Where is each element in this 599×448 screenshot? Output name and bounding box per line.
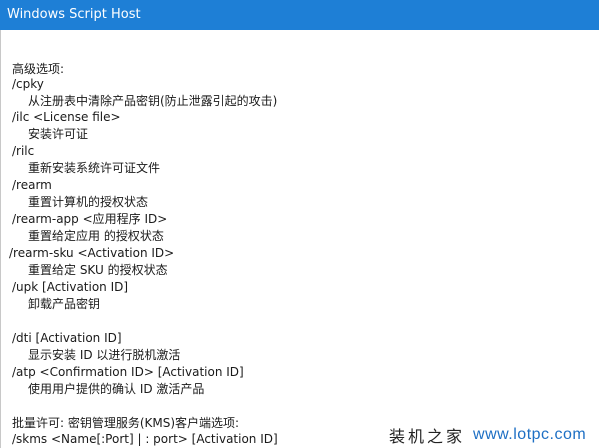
watermark: 装机之家 www.lotpc.com — [381, 422, 599, 448]
watermark-url: www.lotpc.com — [473, 426, 587, 443]
text-line: 安装许可证 — [28, 127, 89, 141]
text-line: 批量许可: 密钥管理服务(KMS)客户端选项: — [12, 416, 240, 430]
window-title: Windows Script Host — [7, 7, 141, 22]
text-line: /cpky — [12, 77, 44, 91]
text-line: /ilc <License file> — [12, 110, 121, 124]
watermark-brand: 装机之家 — [389, 427, 466, 446]
text-line: /dti [Activation ID] — [12, 331, 122, 345]
text-line: /skms <Name[:Port] | : port> [Activation… — [12, 432, 278, 446]
text-line: 重置给定应用 的授权状态 — [28, 229, 164, 243]
text-line: 卸载产品密钥 — [28, 297, 101, 311]
text-line: /upk [Activation ID] — [12, 280, 129, 294]
window-title-bar: Windows Script Host — [0, 0, 599, 30]
text-line: /atp <Confirmation ID> [Activation ID] — [12, 365, 244, 379]
text-line: 重新安装系统许可证文件 — [28, 161, 161, 175]
text-line: 显示安装 ID 以进行脱机激活 — [28, 348, 181, 362]
text-line: /rearm — [12, 178, 52, 192]
text-line: /rearm-sku <Activation ID> — [9, 246, 175, 260]
message-content: 高级选项: /cpky 从注册表中清除产品密钥(防止泄露引起的攻击) /ilc … — [0, 30, 599, 448]
text-line: 从注册表中清除产品密钥(防止泄露引起的攻击) — [28, 94, 278, 108]
text-line: /rearm-app <应用程序 ID> — [12, 212, 168, 226]
text-line: 重置给定 SKU 的授权状态 — [28, 263, 168, 277]
text-line: /rilc — [12, 144, 35, 158]
text-line: 使用用户提供的确认 ID 激活产品 — [28, 382, 205, 396]
text-line: 重置计算机的授权状态 — [28, 195, 149, 209]
